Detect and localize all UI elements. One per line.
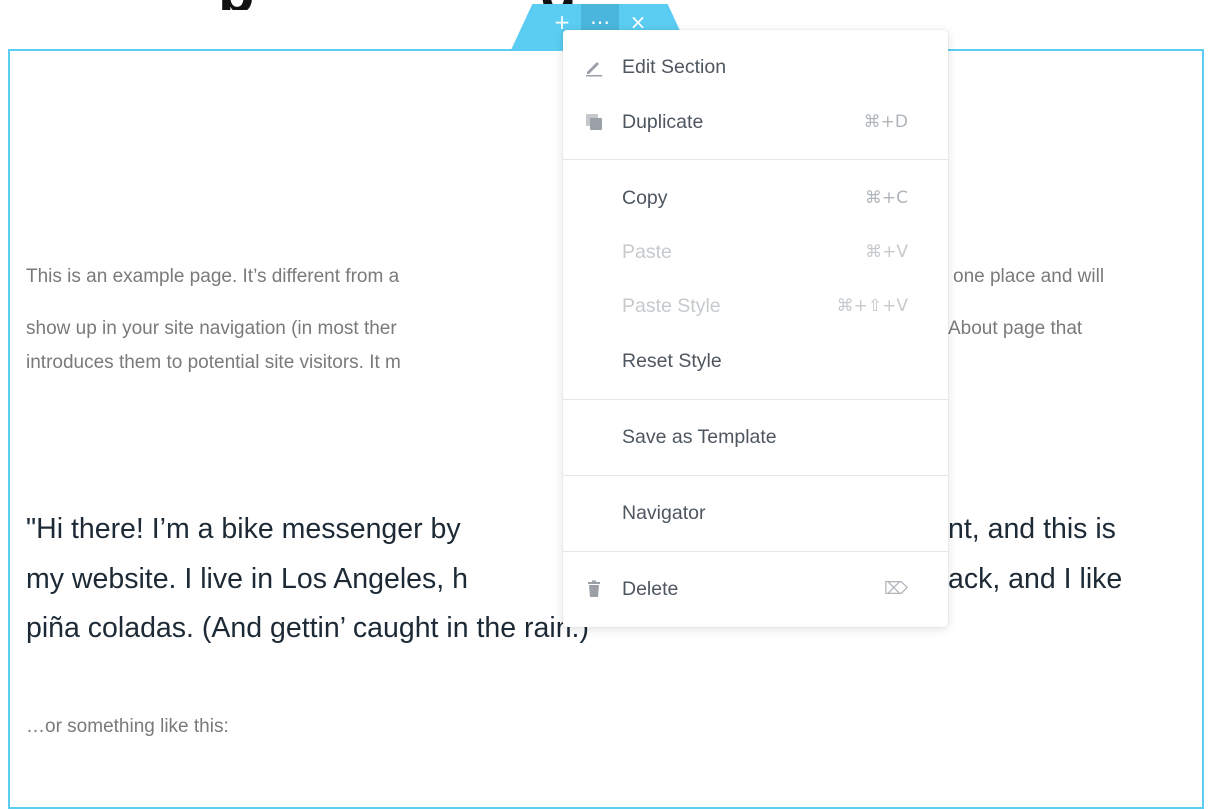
menu-item-navigator[interactable]: Navigator [563,493,948,533]
quote-line-2-left: my website. I live in Los Angeles, h [26,563,468,595]
paragraph-line-1-left: This is an example page. It’s different … [26,266,400,287]
menu-item-save-as-template[interactable]: Save as Template [563,417,948,457]
delete-key-icon: ⌦ [883,579,908,599]
menu-item-edit-section[interactable]: Edit Section [563,47,948,87]
paragraph-line-1-right: one place and will [953,266,1105,287]
paragraph-line-2-left: show up in your site navigation (in most… [26,318,397,339]
tail-paragraph: …or something like this: [26,716,229,737]
trash-icon [583,578,605,600]
heading-fragment-left: p [218,0,255,10]
duplicate-icon [583,111,605,133]
menu-divider [563,475,948,476]
menu-divider [563,551,948,552]
quote-line-3: piña coladas. (And gettin’ caught in the… [26,612,589,644]
quote-line-1-right: nt, and this is [948,513,1116,545]
menu-item-duplicate[interactable]: Duplicate ⌘+D [563,102,948,142]
paragraph-line-2-right: About page that [948,318,1083,339]
menu-item-reset-style[interactable]: Reset Style [563,341,948,381]
quote-line-2-right: ack, and I like [948,563,1123,595]
paragraph-line-3-left: introduces them to potential site visito… [26,352,401,373]
menu-item-paste-style[interactable]: Paste Style ⌘+⇧+V [563,286,948,326]
section-context-menu: Edit Section Duplicate ⌘+D Copy ⌘+C Past… [563,30,948,627]
menu-divider [563,159,948,160]
menu-item-copy[interactable]: Copy ⌘+C [563,178,948,218]
menu-divider [563,399,948,400]
quote-line-1-left: "Hi there! I’m a bike messenger by [26,513,461,545]
menu-item-delete[interactable]: Delete ⌦ [563,569,948,609]
menu-item-paste[interactable]: Paste ⌘+V [563,232,948,272]
pencil-icon [583,56,605,78]
